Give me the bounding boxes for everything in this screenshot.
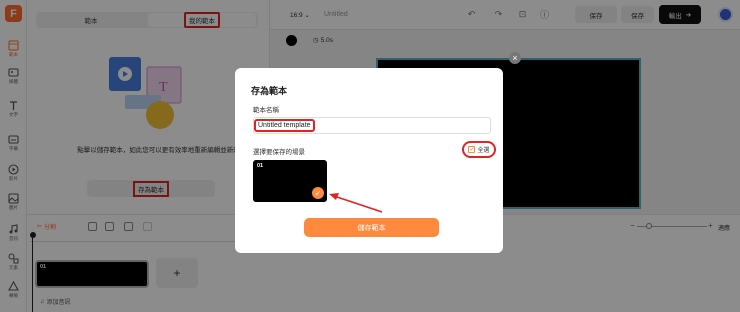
check-icon[interactable]: ✓: [312, 187, 324, 199]
template-name-value: Untitled template: [254, 119, 315, 132]
scene-select-label: 選擇要保存的場景: [253, 149, 305, 156]
select-all-label: 全選: [477, 148, 490, 154]
annotation-arrow: [329, 193, 383, 213]
save-template-button[interactable]: 儲存範本: [304, 218, 439, 237]
close-icon[interactable]: ×: [509, 52, 521, 64]
dialog-title: 存為範本: [251, 86, 288, 96]
scene-number: 01: [257, 163, 264, 169]
checkbox-icon: ✓: [468, 146, 476, 153]
select-all-checkbox[interactable]: ✓ 全選: [462, 141, 496, 158]
template-name-label: 範本名稱: [253, 107, 279, 114]
